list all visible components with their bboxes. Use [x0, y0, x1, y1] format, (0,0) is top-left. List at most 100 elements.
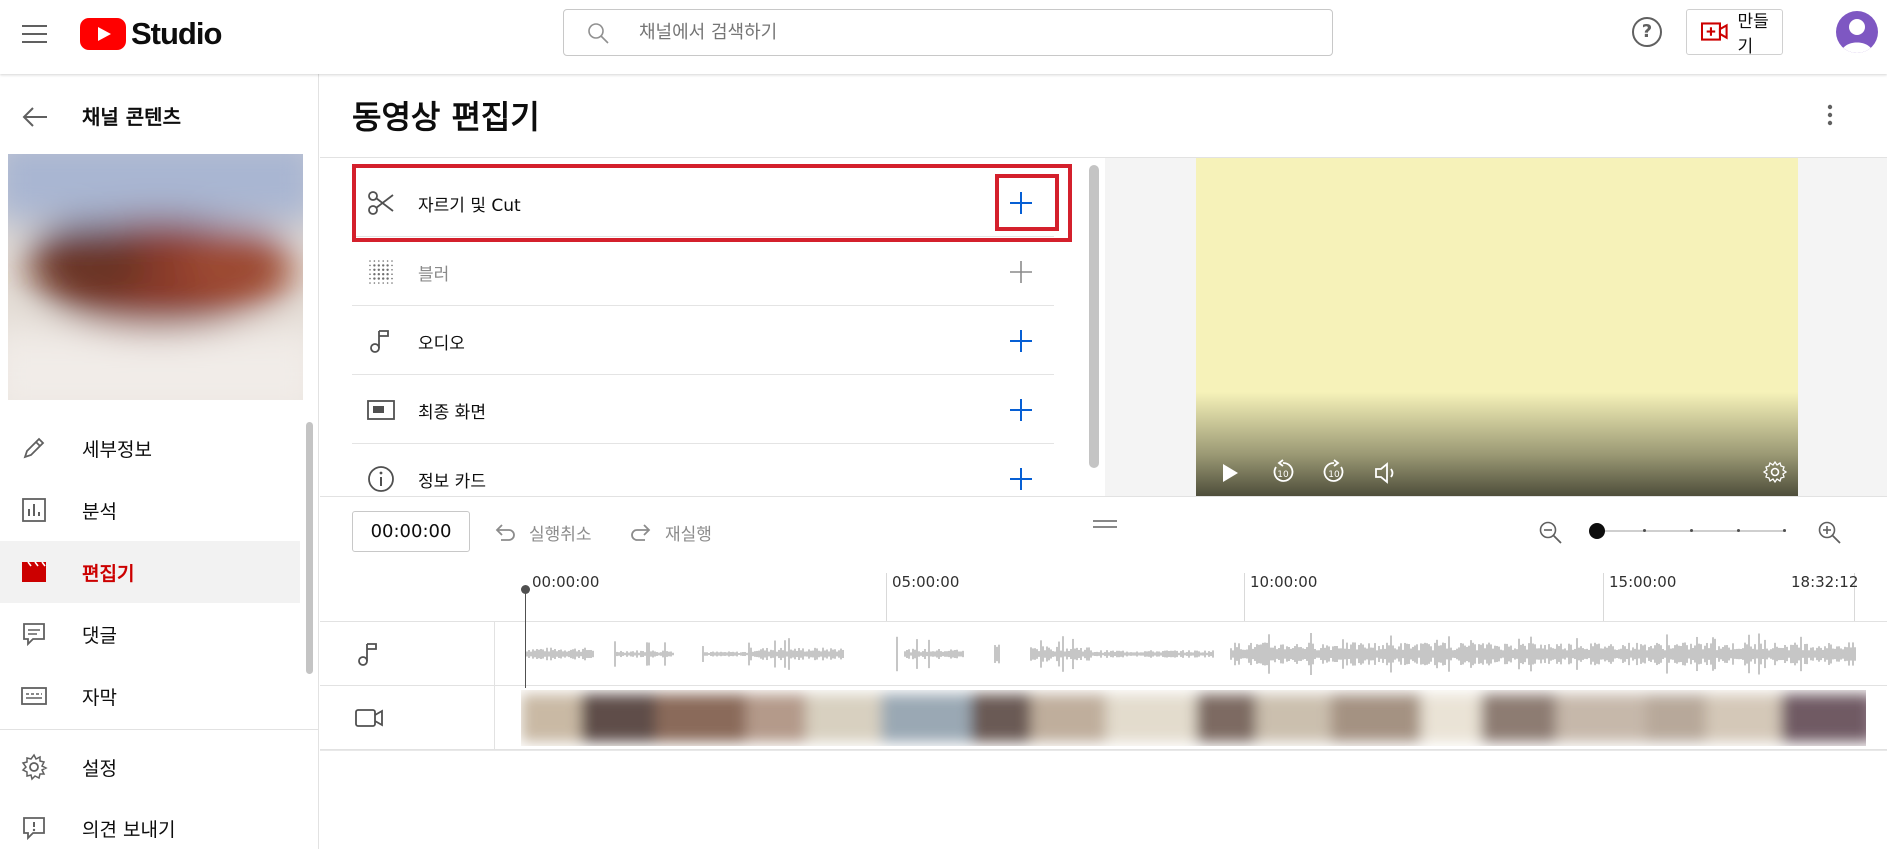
undo-icon: [495, 524, 515, 541]
video-camera-icon: [355, 709, 383, 727]
timecode-field[interactable]: 00:00:00: [352, 511, 470, 552]
page-title: 동영상 편집기: [352, 98, 540, 136]
highlight-box: [995, 174, 1059, 231]
svg-text:10: 10: [1328, 470, 1340, 480]
forward-10-icon[interactable]: 10: [1321, 459, 1347, 485]
sidebar-item-subtitles[interactable]: 자막: [0, 665, 300, 727]
avatar[interactable]: [1836, 11, 1878, 53]
settings-gear-icon[interactable]: [1763, 460, 1787, 484]
redo-icon: [631, 524, 651, 541]
create-button[interactable]: 만들기: [1686, 9, 1783, 57]
feedback-icon: [23, 817, 45, 841]
blur-dot: [391, 269, 393, 271]
sidebar-item-label: 분석: [82, 500, 117, 523]
blur-dot: [386, 277, 389, 280]
ruler-tick: [1603, 573, 1604, 621]
blur-dot: [369, 273, 371, 275]
zoom-tick: [1737, 529, 1740, 532]
tool-row-audio[interactable]: 오디오: [352, 306, 1054, 375]
sidebar-item-details[interactable]: 세부정보: [0, 417, 300, 479]
add-blur-button: [1010, 261, 1032, 283]
redo-label: 재실행: [665, 524, 712, 545]
sidebar: 채널 콘텐츠 세부정보 분석 편집기 댓글 자막 설정 의견 보내기: [0, 74, 319, 849]
analytics-icon: [22, 498, 46, 522]
track-header: [320, 622, 495, 685]
blur-dot: [386, 260, 389, 262]
ruler-label: 18:32:12: [1791, 573, 1859, 591]
blur-dot: [391, 264, 393, 267]
sidebar-item-label: 자막: [82, 686, 117, 709]
ruler-tick: [886, 573, 887, 621]
zoom-slider-handle[interactable]: [1589, 523, 1605, 539]
blur-dot: [386, 273, 389, 276]
tool-label: 정보 카드: [418, 472, 486, 492]
tool-row-end-screen[interactable]: 최종 화면: [352, 375, 1054, 444]
sidebar-item-editor[interactable]: 편집기: [0, 541, 300, 603]
sidebar-item-settings[interactable]: 설정: [0, 736, 300, 798]
video-frame-thumbnail: [1331, 694, 1431, 742]
search-input[interactable]: [639, 18, 1289, 46]
tool-label: 블러: [418, 265, 450, 285]
blur-dot: [369, 277, 371, 280]
volume-icon[interactable]: [1373, 461, 1399, 485]
video-frame-thumbnail: [746, 694, 816, 742]
tool-row-blur: 블러: [352, 237, 1054, 306]
blur-dot: [373, 277, 376, 280]
add-info-card-button[interactable]: [1008, 466, 1034, 492]
video-frame-thumbnail: [1781, 694, 1866, 742]
more-vert-icon[interactable]: [1815, 100, 1845, 130]
zoom-tick: [1783, 529, 1786, 532]
blur-dot: [386, 264, 389, 267]
search-box[interactable]: [563, 9, 1333, 56]
resize-handle-icon[interactable]: [1093, 519, 1117, 529]
blur-dot: [378, 260, 380, 262]
help-icon[interactable]: ?: [1632, 17, 1662, 47]
blur-dot: [369, 264, 371, 267]
timeline-divider: [320, 496, 1887, 497]
tools-scrollbar[interactable]: [1089, 165, 1099, 468]
zoom-out-icon[interactable]: [1537, 519, 1563, 545]
add-end-screen-button[interactable]: [1008, 397, 1034, 423]
add-audio-button[interactable]: [1008, 328, 1034, 354]
video-frame-thumbnail: [1031, 694, 1116, 742]
undo-button[interactable]: 실행취소: [493, 518, 592, 546]
sidebar-item-analytics[interactable]: 분석: [0, 479, 300, 541]
blur-dot: [382, 282, 384, 284]
tool-row-info-cards[interactable]: 정보 카드: [352, 444, 1054, 496]
hamburger-menu-icon[interactable]: [14, 14, 54, 54]
video-thumbnail[interactable]: [8, 154, 303, 400]
zoom-slider-track[interactable]: [1596, 529, 1786, 532]
blur-dot: [391, 273, 393, 275]
playhead[interactable]: [525, 588, 526, 688]
sidebar-item-feedback[interactable]: 의견 보내기: [0, 797, 300, 859]
video-frame-thumbnail: [1706, 694, 1791, 742]
zoom-in-icon[interactable]: [1816, 519, 1842, 545]
back-arrow-icon[interactable]: [20, 102, 50, 132]
blur-dot: [382, 268, 385, 271]
redo-button[interactable]: 재실행: [629, 518, 712, 546]
sidebar-title: 채널 콘텐츠: [82, 105, 181, 129]
video-preview[interactable]: 10 10: [1196, 158, 1798, 496]
music-note-icon: [370, 330, 389, 353]
video-frame-thumbnail: [1481, 694, 1566, 742]
end-screen-icon: [367, 400, 395, 420]
studio-logo[interactable]: Studio: [80, 14, 222, 54]
logo-text: Studio: [131, 16, 222, 51]
video-frame-thumbnail: [1556, 694, 1656, 742]
sidebar-item-comments[interactable]: 댓글: [0, 603, 300, 665]
create-button-label: 만들기: [1737, 12, 1769, 57]
blur-dot: [373, 260, 376, 262]
audio-waveform: [525, 633, 1856, 675]
blur-dot: [391, 277, 393, 280]
play-icon[interactable]: [1220, 462, 1240, 484]
sidebar-item-label: 댓글: [82, 624, 117, 647]
playhead-handle[interactable]: [521, 585, 530, 594]
tool-label: 최종 화면: [418, 403, 486, 423]
track-bottom-border: [320, 750, 1887, 751]
blur-dot: [382, 264, 385, 267]
ruler-label: 10:00:00: [1250, 573, 1318, 591]
sidebar-scrollbar[interactable]: [306, 422, 313, 674]
highlight-box: [352, 164, 1072, 242]
search-icon[interactable]: [586, 21, 610, 45]
rewind-10-icon[interactable]: 10: [1270, 459, 1296, 485]
